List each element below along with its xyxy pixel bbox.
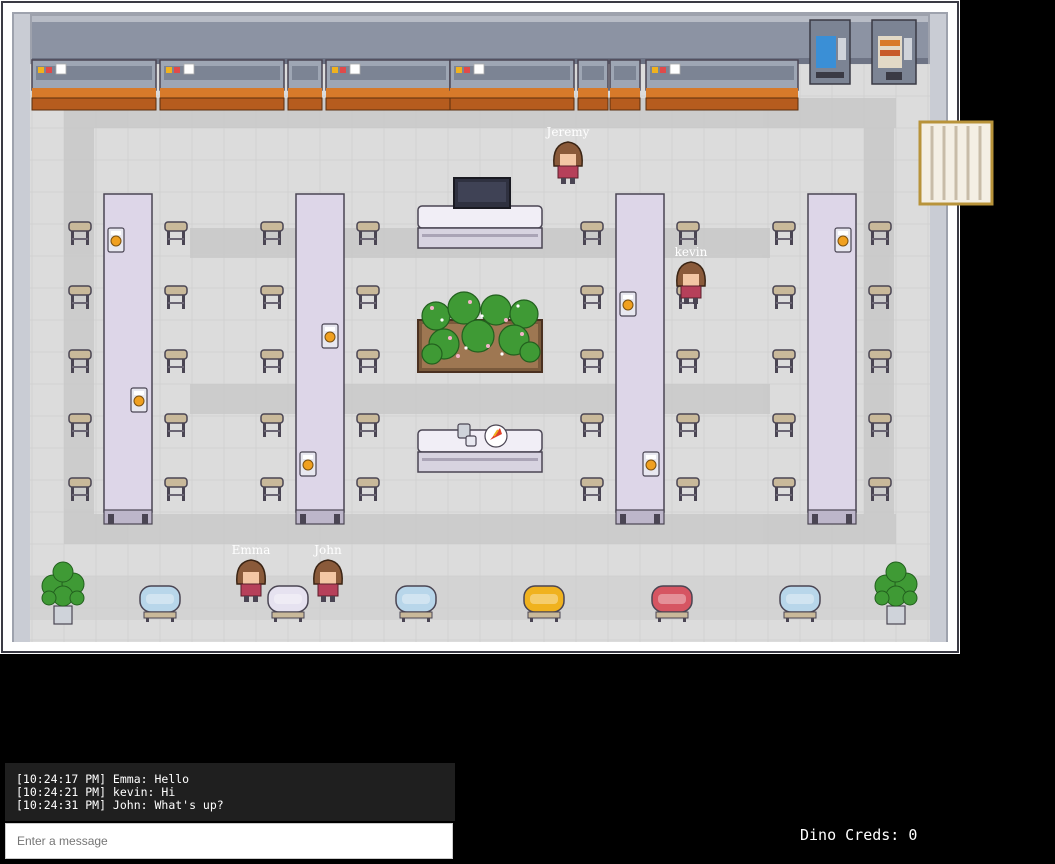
player-avatar — [553, 141, 583, 184]
cup-icon[interactable] — [321, 323, 339, 349]
chat-message: [10:24:31 PM] John: What's up? — [16, 798, 224, 812]
kitchen-counters — [31, 59, 799, 111]
player-name-label: Emma — [232, 543, 271, 557]
player-name-label: kevin — [675, 245, 708, 259]
cup-icon[interactable] — [299, 451, 317, 477]
pizza-plate-icon[interactable] — [484, 424, 508, 448]
lounge-chair — [651, 585, 693, 622]
cup-icon[interactable] — [107, 227, 125, 253]
player-avatar — [313, 559, 343, 602]
cup-icon[interactable] — [130, 387, 148, 413]
vending-machine-drinks[interactable] — [809, 19, 851, 85]
player-avatar — [236, 559, 266, 602]
vending-machine-snacks[interactable] — [871, 19, 917, 85]
player-name-label: Jeremy — [545, 125, 590, 139]
player-name-label: John — [312, 543, 342, 557]
chat-log: [10:24:17 PM] Emma: Hello [10:24:21 PM] k… — [5, 763, 455, 821]
dino-creds-counter: Dino Creds: 0 — [800, 826, 918, 844]
cup-icon[interactable] — [834, 227, 852, 253]
lounge-chair — [523, 585, 565, 622]
lounge-chair — [267, 585, 309, 622]
cup-icon[interactable] — [619, 291, 637, 317]
player-avatar — [676, 261, 706, 304]
game-canvas[interactable]: Jeremy kevin Emma John — [0, 0, 1055, 864]
cup-icon[interactable] — [642, 451, 660, 477]
snack-table — [417, 423, 543, 473]
lounge-chair — [779, 585, 821, 622]
planter — [417, 291, 543, 373]
chat-input[interactable] — [5, 823, 453, 859]
lounge-chair — [395, 585, 437, 622]
lounge-chair — [139, 585, 181, 622]
